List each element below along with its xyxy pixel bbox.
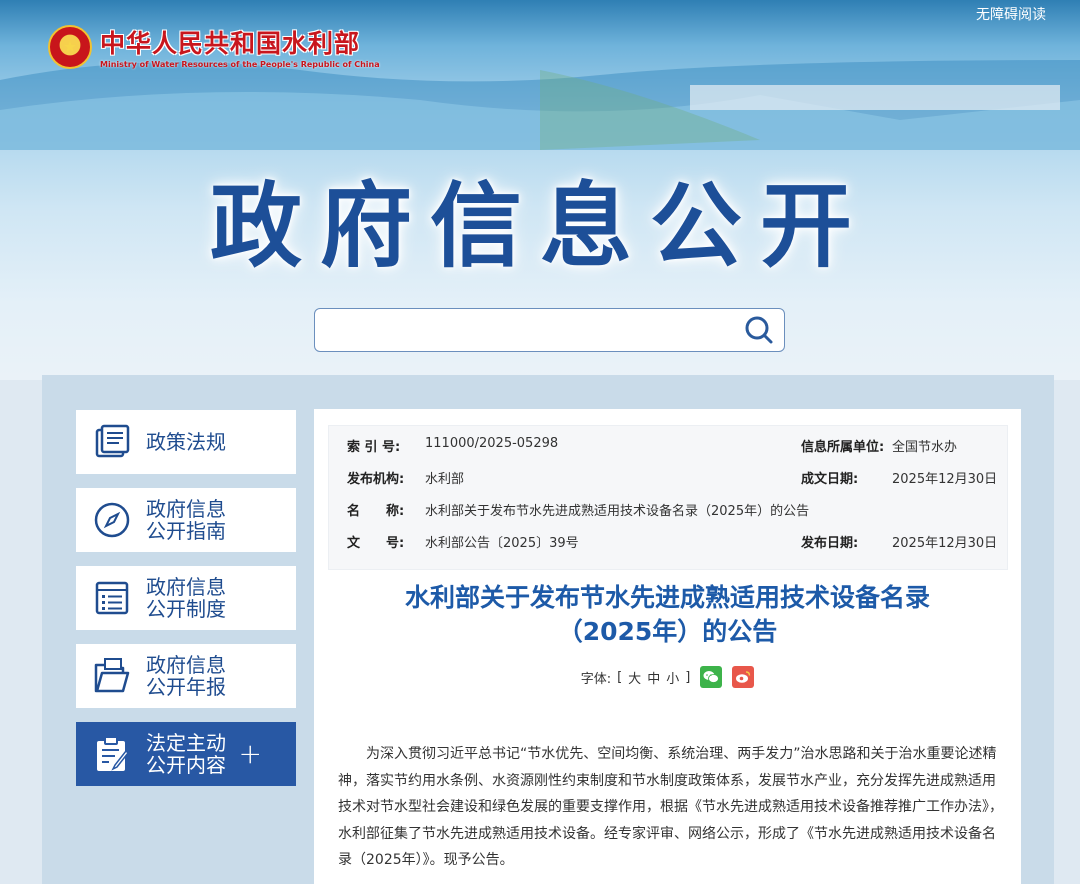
font-size-large-button[interactable]: 大 — [628, 668, 641, 687]
font-size-label: 字体: — [580, 671, 612, 687]
sidebar-item-label: 政府信息 公开制度 — [146, 575, 226, 621]
meta-label: 成文日期: — [801, 472, 859, 487]
search-button[interactable] — [734, 309, 784, 351]
accessibility-link[interactable]: 无障碍阅读 — [976, 4, 1046, 24]
meta-label: 名 称: — [347, 504, 405, 519]
article-container: 索 引 号: 111000/2025-05298 信息所属单位: 全国节水办 发… — [314, 409, 1021, 884]
meta-value: 水利部公告〔2025〕39号 — [425, 536, 579, 551]
logo-chinese-name: 中华人民共和国水利部 — [100, 29, 361, 58]
sidebar-item-statutory-disclosure[interactable]: 法定主动 公开内容 + — [76, 722, 296, 786]
ministry-logo[interactable]: ★ 中华人民共和国水利部 Ministry of Water Resources… — [48, 24, 380, 69]
meta-row: 发布机构: 水利部 成文日期: 2025年12月30日 — [329, 468, 1009, 500]
document-metadata-table: 索 引 号: 111000/2025-05298 信息所属单位: 全国节水办 发… — [328, 425, 1008, 570]
bracket: ] — [685, 669, 691, 685]
sidebar-item-label: 政策法规 — [146, 430, 226, 454]
font-size-medium-button[interactable]: 中 — [647, 668, 660, 687]
bracket: [ — [617, 669, 623, 685]
folder-icon — [92, 656, 132, 696]
expand-plus-icon[interactable]: + — [239, 737, 262, 770]
sidebar-item-disclosure-system[interactable]: 政府信息 公开制度 — [76, 566, 296, 630]
search-icon — [745, 316, 773, 344]
article-title-line: （2025年）的公告 — [557, 617, 778, 646]
header-banner: ★ 中华人民共和国水利部 Ministry of Water Resources… — [0, 0, 1080, 380]
compass-icon — [92, 500, 132, 540]
meta-label: 文 号: — [347, 536, 405, 551]
meta-row: 文 号: 水利部公告〔2025〕39号 发布日期: 2025年12月30日 — [329, 532, 1009, 564]
meta-value: 全国节水办 — [892, 440, 958, 455]
search-box — [314, 308, 785, 352]
clipboard-edit-icon — [92, 734, 132, 774]
meta-value: 2025年12月30日 — [892, 536, 998, 551]
weibo-share-icon[interactable] — [732, 666, 755, 688]
national-emblem-icon: ★ — [48, 24, 92, 69]
article-title-line: 水利部关于发布节水先进成熟适用技术设备名录 — [404, 583, 930, 612]
book-icon — [92, 422, 132, 462]
sidebar-item-annual-report[interactable]: 政府信息 公开年报 — [76, 644, 296, 708]
meta-row: 索 引 号: 111000/2025-05298 信息所属单位: 全国节水办 — [329, 436, 1009, 468]
article-body-paragraph: 为深入贯彻习近平总书记“节水优先、空间均衡、系统治理、两手发力”治水思路和关于治… — [338, 746, 1003, 868]
meta-value: 2025年12月30日 — [892, 472, 998, 487]
meta-value: 111000/2025-05298 — [425, 436, 559, 451]
meta-value: 水利部关于发布节水先进成熟适用技术设备名录（2025年）的公告 — [425, 504, 810, 519]
meta-row: 名 称: 水利部关于发布节水先进成熟适用技术设备名录（2025年）的公告 — [329, 500, 1009, 532]
banner-title: 政府信息公开 — [209, 173, 870, 280]
sidebar-item-policy-regulations[interactable]: 政策法规 — [76, 410, 296, 474]
sidebar-item-disclosure-guide[interactable]: 政府信息 公开指南 — [76, 488, 296, 552]
meta-label: 索 引 号: — [347, 440, 401, 455]
meta-label: 发布日期: — [801, 536, 859, 551]
sidebar-item-label: 政府信息 公开指南 — [146, 497, 226, 543]
font-size-small-button[interactable]: 小 — [666, 668, 679, 687]
wechat-share-icon[interactable] — [700, 666, 723, 688]
article-title: 水利部关于发布节水先进成熟适用技术设备名录 （2025年）的公告 — [314, 581, 1021, 649]
font-size-controls: 字体: [ 大 中 小 ] — [314, 666, 1021, 688]
list-doc-icon — [92, 578, 132, 618]
sidebar-item-label: 法定主动 公开内容 — [146, 731, 226, 777]
meta-label: 信息所属单位: — [801, 440, 885, 455]
sidebar-item-label: 政府信息 公开年报 — [146, 653, 226, 699]
logo-english-name: Ministry of Water Resources of the Peopl… — [100, 60, 380, 69]
meta-value: 水利部 — [425, 472, 465, 487]
search-input[interactable] — [315, 309, 734, 351]
meta-label: 发布机构: — [347, 472, 405, 487]
